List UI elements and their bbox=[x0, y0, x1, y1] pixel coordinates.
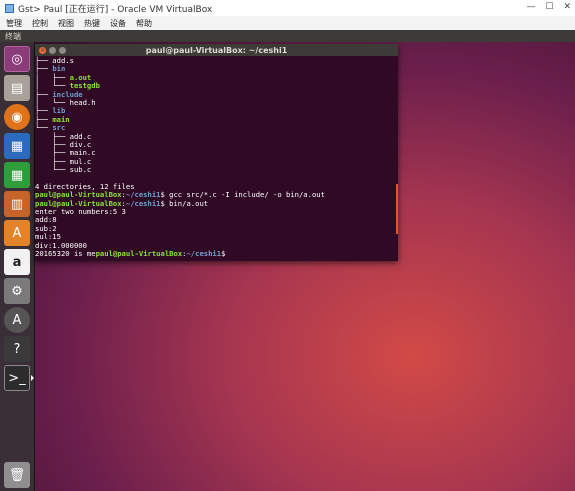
close-button[interactable]: ✕ bbox=[563, 2, 571, 12]
terminal-text-segment: $ bbox=[221, 248, 230, 258]
terminal-title: paul@paul-VirtualBox: ~/ceshi1 bbox=[145, 45, 288, 55]
unknown-app-icon[interactable]: ? bbox=[4, 336, 30, 362]
terminal-text-segment: paul@paul-VirtualBox bbox=[95, 248, 183, 258]
menu-manage[interactable]: 管理 bbox=[6, 18, 22, 29]
terminal-titlebar[interactable]: × paul@paul-VirtualBox: ~/ceshi1 bbox=[35, 44, 398, 56]
terminal-text-segment: └── sub.c bbox=[35, 165, 92, 175]
active-app-indicator bbox=[31, 375, 34, 381]
virtualbox-titlebar: Gst> Paul [正在运行] - Oracle VM VirtualBox … bbox=[0, 0, 575, 16]
terminal-window[interactable]: × paul@paul-VirtualBox: ~/ceshi1 ├── add… bbox=[35, 44, 398, 261]
terminal-line: ├── add.s bbox=[35, 56, 398, 65]
terminal-text-segment: ~/ceshi1 bbox=[186, 248, 222, 258]
menu-view[interactable]: 视图 bbox=[58, 18, 74, 29]
terminal-text-segment: $ bin/a.out bbox=[160, 198, 209, 208]
libreoffice-impress-icon[interactable]: ▥ bbox=[4, 191, 30, 217]
terminal-line: │ └── testgdb bbox=[35, 81, 398, 90]
active-app-name: 终端 bbox=[5, 31, 21, 41]
firefox-icon[interactable]: ◉ bbox=[4, 104, 30, 130]
terminal-line: └── sub.c bbox=[35, 165, 398, 175]
ubuntu-top-panel: 终端 bbox=[0, 30, 575, 42]
system-settings-icon[interactable]: ⚙ bbox=[4, 278, 30, 304]
terminal-line: add:8 bbox=[35, 216, 398, 224]
terminal-icon[interactable]: >_ bbox=[4, 365, 30, 391]
terminal-text-segment: 20165320 is me bbox=[35, 248, 96, 258]
menu-hotkey[interactable]: 热键 bbox=[84, 18, 100, 29]
menu-control[interactable]: 控制 bbox=[32, 18, 48, 29]
amazon-icon[interactable]: a bbox=[4, 249, 30, 275]
terminal-line: │ └── head.h bbox=[35, 98, 398, 107]
software-updater-icon[interactable]: A bbox=[4, 307, 30, 333]
dash-home-icon[interactable]: ◎ bbox=[4, 46, 30, 72]
terminal-line: ├── main bbox=[35, 115, 398, 124]
window-controls: — ☐ ✕ bbox=[526, 2, 571, 12]
terminal-line: mul:15 bbox=[35, 233, 398, 241]
maximize-button[interactable]: ☐ bbox=[545, 2, 553, 12]
trash-icon[interactable]: 🗑 bbox=[4, 462, 30, 488]
terminal-line: sub:2 bbox=[35, 224, 398, 233]
files-icon[interactable]: ▤ bbox=[4, 75, 30, 101]
libreoffice-writer-icon[interactable]: ▦ bbox=[4, 133, 30, 159]
unity-launcher: ◎ ▤ ◉ ▦ ▦ ▥ A a ⚙ A ? >_ 🗑 bbox=[0, 42, 35, 491]
virtualbox-logo-icon bbox=[5, 3, 14, 13]
terminal-line: ├── lib bbox=[35, 107, 398, 115]
terminal-scrollbar[interactable] bbox=[396, 184, 398, 234]
terminal-line: 20165320 is mepaul@paul-VirtualBox:~/ces… bbox=[35, 248, 398, 258]
software-center-icon[interactable]: A bbox=[4, 220, 30, 246]
terminal-line: enter two numbers:5 3 bbox=[35, 207, 398, 216]
terminal-output[interactable]: ├── add.s ├── bin │ ├── a.out │ └── testgdb… bbox=[35, 56, 398, 261]
menu-help[interactable]: 帮助 bbox=[136, 18, 152, 29]
virtualbox-menubar: 管理 控制 视图 热键 设备 帮助 bbox=[0, 16, 575, 30]
window-title: Gst> Paul [正在运行] - Oracle VM VirtualBox bbox=[18, 4, 213, 15]
libreoffice-calc-icon[interactable]: ▦ bbox=[4, 162, 30, 188]
menu-devices[interactable]: 设备 bbox=[110, 18, 126, 29]
terminal-text-segment: ~/ceshi1 bbox=[125, 198, 161, 208]
minimize-button[interactable]: — bbox=[526, 2, 535, 12]
